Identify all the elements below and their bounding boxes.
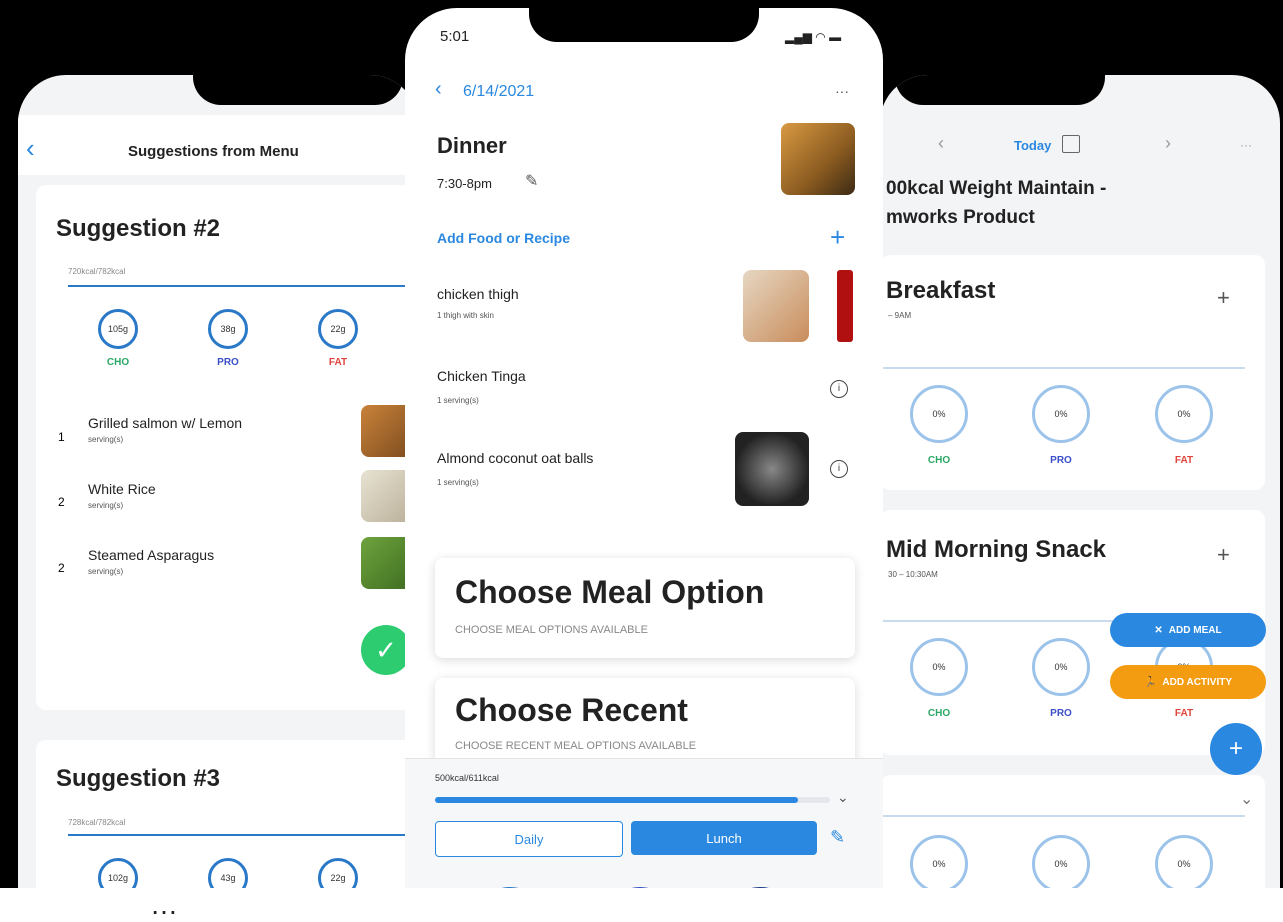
suggestion-heading: Suggestion #2 <box>56 215 221 242</box>
meal-time: – 9AM <box>888 311 912 320</box>
back-chevron-icon[interactable]: ‹ <box>26 133 35 164</box>
phone-notch <box>895 75 1105 105</box>
pro-label: PRO <box>1050 455 1072 466</box>
today-label[interactable]: Today <box>1014 138 1051 153</box>
kcal-progress-bar <box>435 797 830 803</box>
select-check-button[interactable]: ✓ <box>361 625 411 675</box>
add-plus-icon[interactable]: + <box>1217 542 1230 568</box>
running-icon: 🏃 <box>1143 676 1157 688</box>
meal-title: Breakfast <box>886 277 996 304</box>
fat-ring: 0% <box>1155 835 1213 893</box>
next-day-chevron-icon[interactable]: › <box>1165 133 1171 154</box>
screen-title: Suggestions from Menu <box>128 143 299 160</box>
card-title: Choose Recent <box>455 692 688 728</box>
chevron-down-icon[interactable]: ⌄ <box>1240 789 1253 809</box>
cho-ring: 0% <box>910 835 968 893</box>
kcal-progress-fill <box>435 797 799 803</box>
tab-lunch[interactable]: Lunch <box>631 821 817 855</box>
add-meal-button[interactable]: ✕ ADD MEAL <box>1110 613 1266 647</box>
cho-ring: 0% <box>910 638 968 696</box>
delete-swipe-handle[interactable] <box>837 270 853 342</box>
card-subtitle: CHOOSE MEAL OPTIONS AVAILABLE <box>455 624 648 636</box>
status-signal-icon: ▂▄▆ ◠ ▬ <box>785 30 842 44</box>
card-subtitle: CHOOSE RECENT MEAL OPTIONS AVAILABLE <box>455 740 697 752</box>
fat-ring: 0% <box>1155 385 1213 443</box>
kcal-progress-bar <box>880 815 1245 817</box>
cho-ring: 105g <box>98 309 138 349</box>
add-plus-icon[interactable]: + <box>1217 285 1230 311</box>
pro-label: PRO <box>1050 708 1072 719</box>
more-icon[interactable]: ··· <box>835 83 849 99</box>
chevron-down-icon[interactable]: ⌄ <box>837 789 849 806</box>
suggestion-heading: Suggestion #3 <box>56 765 221 792</box>
utensils-icon: ✕ <box>1154 624 1163 636</box>
pro-ring: 0% <box>1032 385 1090 443</box>
fat-label: FAT <box>1174 708 1194 719</box>
pro-ring: 38g <box>208 309 248 349</box>
pro-ring: 0% <box>1032 638 1090 696</box>
edit-icon[interactable]: ✎ <box>830 827 845 848</box>
more-icon[interactable]: ··· <box>1240 138 1252 152</box>
back-chevron-icon[interactable]: ‹ <box>435 78 442 101</box>
tab-daily[interactable]: Daily <box>435 821 623 857</box>
calendar-icon[interactable] <box>1062 135 1080 153</box>
edit-icon[interactable]: ✎ <box>525 171 538 191</box>
suggestion-card-2[interactable]: Suggestion #2 720kcal/782kcal 105g 38g 2… <box>36 185 416 710</box>
add-food-plus-icon[interactable]: + <box>830 222 845 253</box>
right-phone-screen: ‹ Today › ··· 00kcal Weight Maintain - m… <box>880 75 1280 922</box>
plan-title-line1: 00kcal Weight Maintain - <box>886 178 1107 199</box>
choose-meal-option-card[interactable]: Choose Meal Option CHOOSE MEAL OPTIONS A… <box>435 558 855 658</box>
cho-label: CHO <box>106 357 130 368</box>
kcal-progress-bar <box>880 620 1140 622</box>
caption-overlay: … <box>0 888 1283 922</box>
kcal-summary: 728kcal/782kcal <box>68 818 126 827</box>
food-photo <box>735 432 809 506</box>
card-title: Choose Meal Option <box>455 574 765 610</box>
choose-recent-card[interactable]: Choose Recent CHOOSE RECENT MEAL OPTIONS… <box>435 678 855 768</box>
fat-ring: 22g <box>318 309 358 349</box>
date-link[interactable]: 6/14/2021 <box>463 83 534 101</box>
food-photo <box>743 270 809 342</box>
fat-label: FAT <box>1174 455 1194 466</box>
kcal-summary: 720kcal/782kcal <box>68 267 126 276</box>
add-food-link[interactable]: Add Food or Recipe <box>437 230 570 246</box>
meal-title: Dinner <box>437 133 507 158</box>
kcal-summary: 500kcal/611kcal <box>435 773 499 783</box>
meal-photo <box>781 123 855 195</box>
kcal-progress-bar <box>68 285 416 287</box>
phone-notch <box>193 75 403 105</box>
middle-phone-screen: 5:01 ▂▄▆ ◠ ▬ ‹ 6/14/2021 ··· Dinner 7:30… <box>405 8 883 922</box>
prev-day-chevron-icon[interactable]: ‹ <box>938 133 944 154</box>
breakfast-card[interactable]: Breakfast – 9AM + 0% 0% 0% CHO PRO FAT <box>880 255 1265 490</box>
kcal-progress-bar <box>68 834 416 836</box>
kcal-progress-bar <box>880 367 1245 369</box>
left-phone-screen: ‹ Suggestions from Menu Suggestion #2 72… <box>18 75 418 922</box>
left-header: ‹ Suggestions from Menu <box>18 115 418 175</box>
meal-time: 7:30-8pm <box>437 176 492 191</box>
cho-ring: 0% <box>910 385 968 443</box>
info-icon[interactable]: i <box>830 460 848 478</box>
add-activity-button[interactable]: 🏃 ADD ACTIVITY <box>1110 665 1266 699</box>
phone-notch <box>529 8 759 42</box>
pro-ring: 0% <box>1032 835 1090 893</box>
info-icon[interactable]: i <box>830 380 848 398</box>
fab-add-button[interactable]: + <box>1210 723 1262 775</box>
meal-title: Mid Morning Snack <box>886 536 1107 563</box>
pro-label: PRO <box>217 357 239 368</box>
cho-label: CHO <box>927 455 951 466</box>
status-time: 5:01 <box>440 28 470 45</box>
plan-title-line2: mworks Product <box>886 207 1035 228</box>
fat-label: FAT <box>328 357 348 368</box>
cho-label: CHO <box>927 708 951 719</box>
meal-time: 30 – 10:30AM <box>888 570 938 579</box>
